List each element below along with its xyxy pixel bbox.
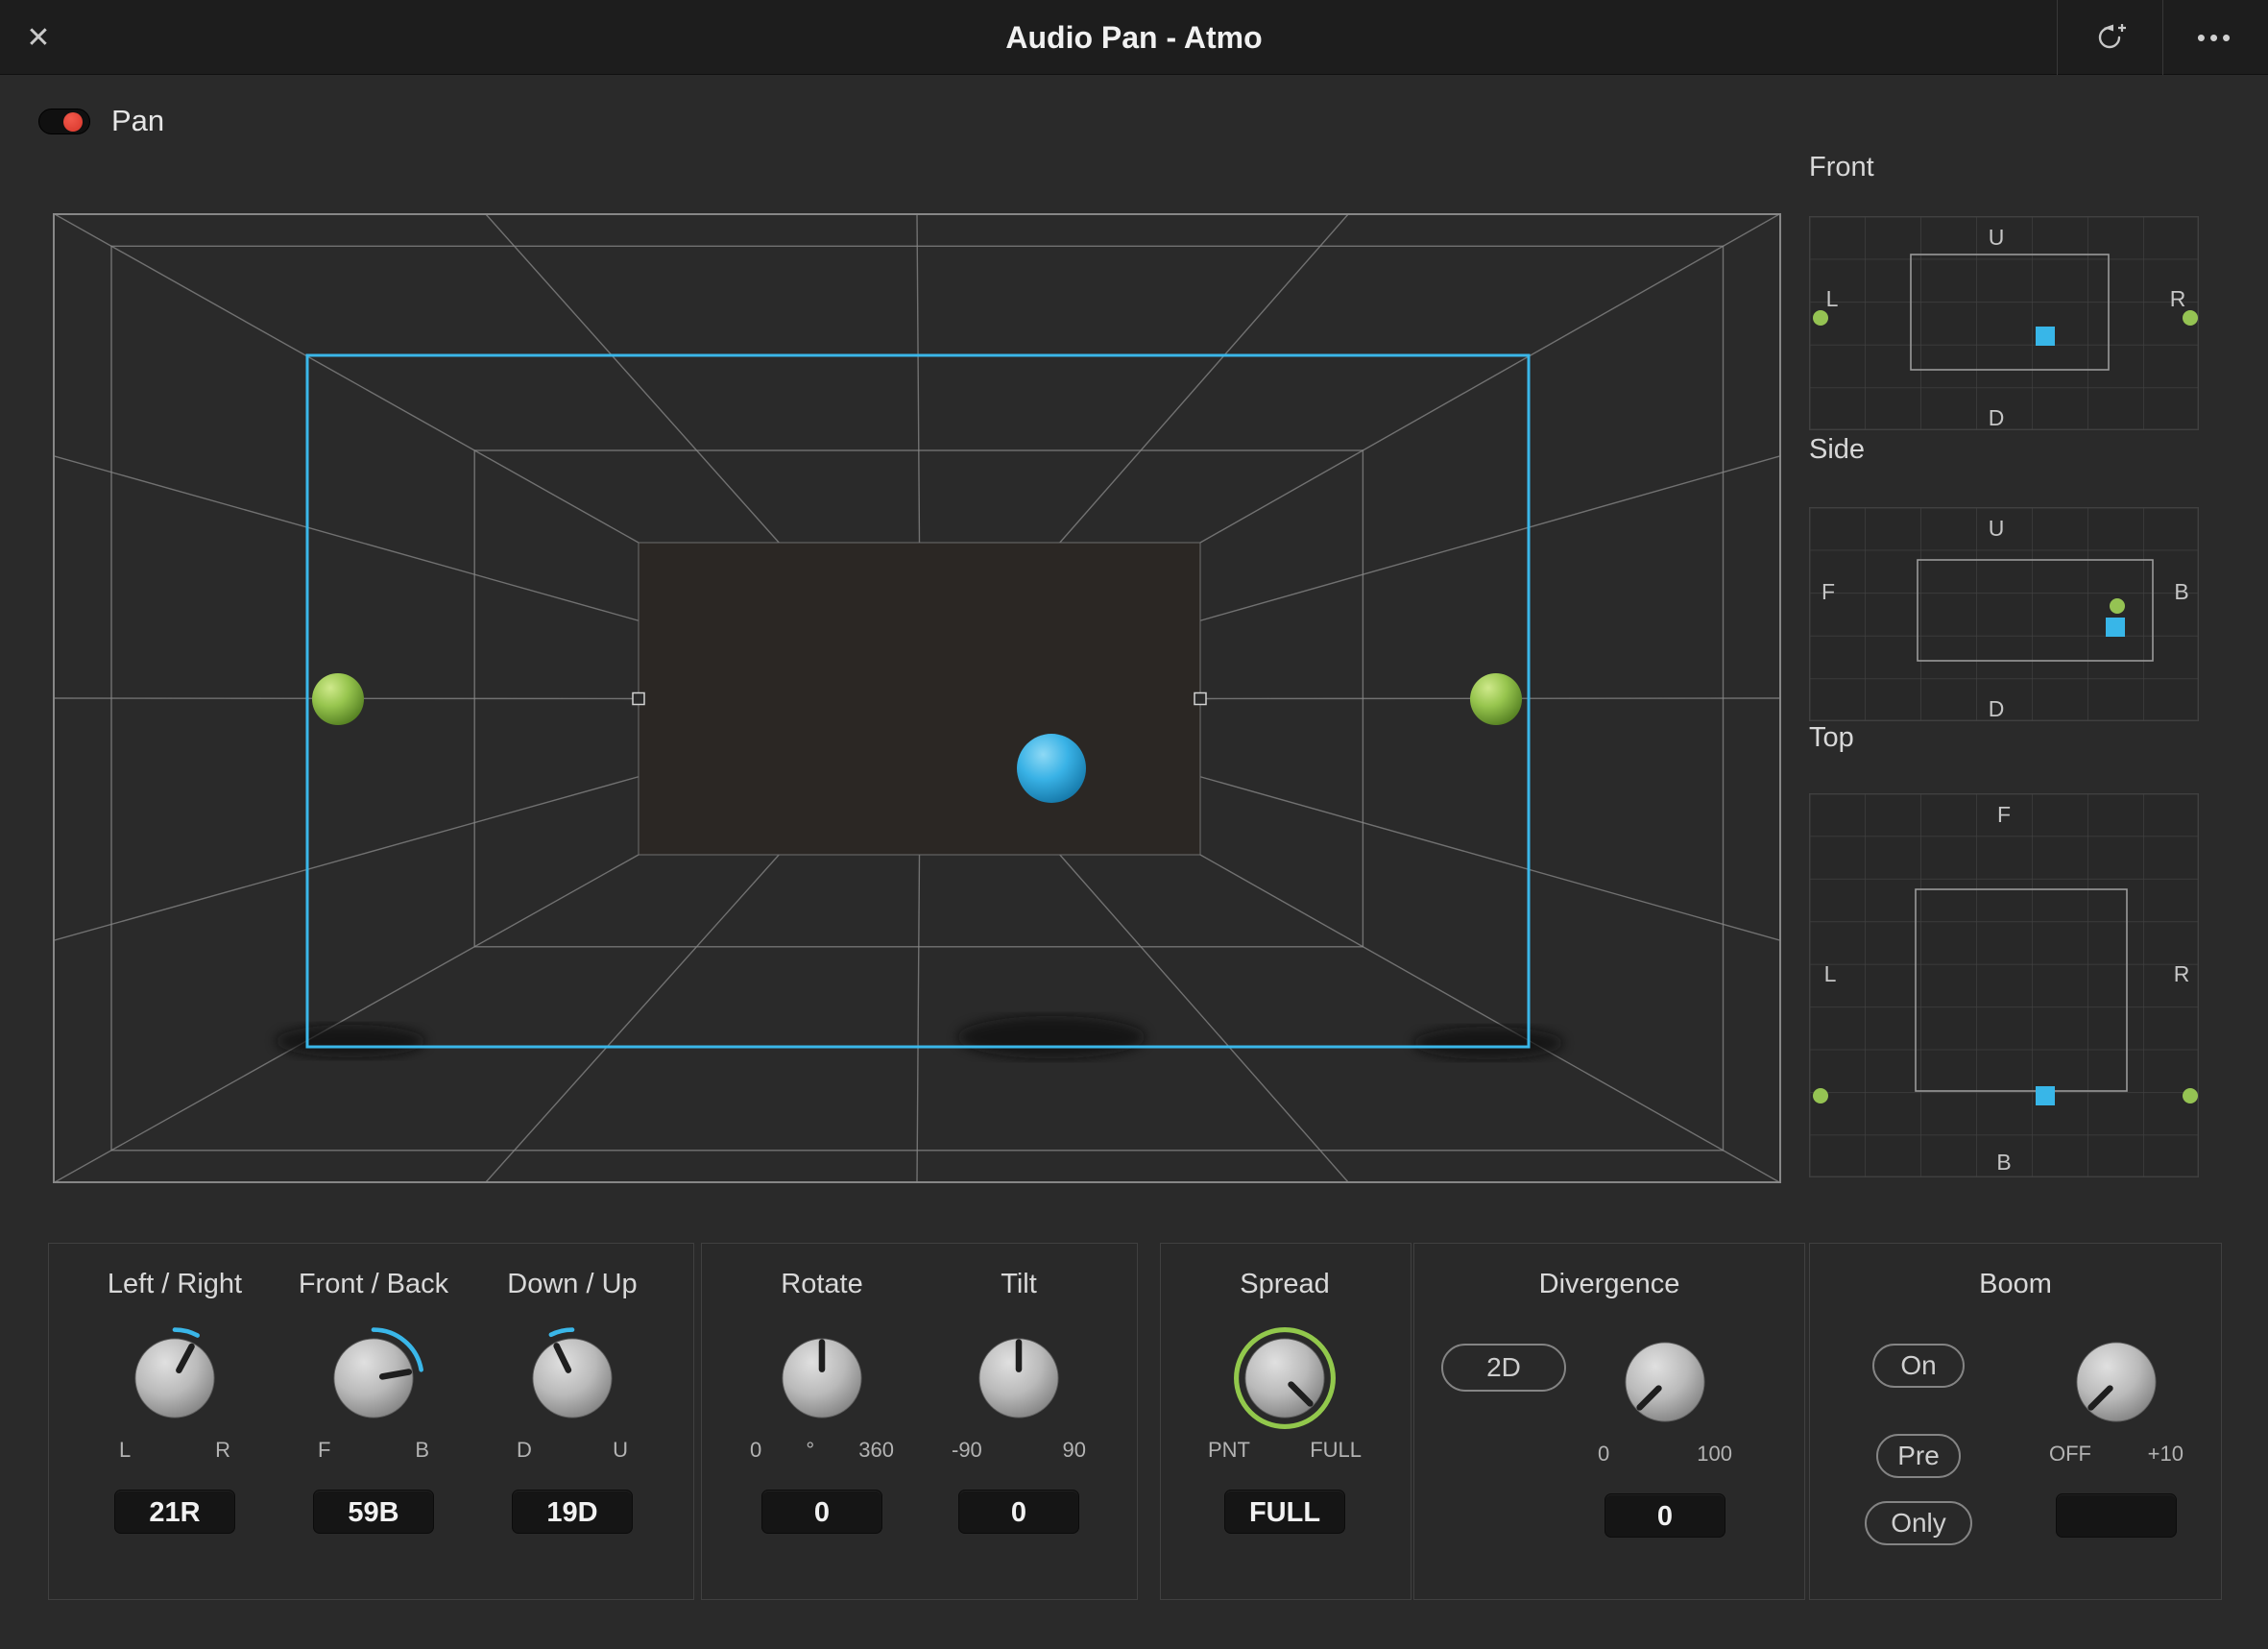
spread-knob[interactable] — [1231, 1324, 1339, 1432]
boom-label: Boom — [1810, 1269, 2221, 1300]
front-back-control: Front / Back FB 59B — [297, 1267, 450, 1534]
spread-control: Spread PNTFULL FULL — [1208, 1267, 1362, 1534]
tilt-range: -9090 — [952, 1438, 1086, 1463]
front-label-down: D — [1989, 405, 2005, 430]
tilt-control: Tilt -9090 0 — [942, 1267, 1096, 1534]
overflow-menu-icon: ••• — [2197, 23, 2234, 53]
top-label-front: F — [1997, 802, 2011, 827]
spread-value[interactable]: FULL — [1224, 1490, 1345, 1534]
front-label-right: R — [2170, 286, 2186, 311]
side-pan-marker[interactable] — [2106, 618, 2125, 637]
pan-puck[interactable] — [1017, 734, 1086, 803]
reset-button[interactable] — [2057, 0, 2162, 75]
front-back-value[interactable]: 59B — [313, 1490, 434, 1534]
side-speaker-dot — [2110, 598, 2125, 614]
rotate-knob[interactable] — [768, 1324, 876, 1432]
left-edge-handle[interactable] — [633, 693, 644, 705]
divergence-range: 0100 — [1598, 1442, 1732, 1467]
top-speaker-left-dot — [1813, 1088, 1828, 1103]
rotate-label: Rotate — [781, 1267, 862, 1301]
divergence-label: Divergence — [1414, 1269, 1804, 1300]
down-up-control: Down / Up DU 19D — [495, 1267, 649, 1534]
left-right-value[interactable]: 21R — [114, 1490, 235, 1534]
close-button[interactable]: ✕ — [0, 0, 77, 75]
left-right-label: Left / Right — [108, 1267, 242, 1301]
floor-shadows — [276, 1016, 1563, 1059]
pan-toggle-indicator — [63, 112, 83, 132]
front-view-title: Front — [1809, 152, 1874, 183]
screen-wall — [639, 543, 1200, 855]
boom-pre-button[interactable]: Pre — [1876, 1434, 1961, 1478]
top-speaker-right-dot — [2183, 1088, 2198, 1103]
front-pan-marker[interactable] — [2036, 327, 2055, 346]
top-label-right: R — [2174, 961, 2190, 986]
tilt-knob[interactable] — [965, 1324, 1073, 1432]
speaker-left-ball — [312, 673, 364, 725]
pan-label: Pan — [111, 104, 164, 138]
divergence-knob[interactable] — [1611, 1328, 1719, 1436]
divergence-value[interactable]: 0 — [1604, 1493, 1725, 1538]
tilt-label: Tilt — [1001, 1267, 1037, 1301]
top-view[interactable]: F B L R — [1809, 793, 2199, 1177]
rotate-range: 0°360 — [750, 1438, 894, 1463]
front-back-knob[interactable] — [320, 1324, 427, 1432]
position-controls-group: Left / Right LR 21R Front / Back FB 59B … — [48, 1243, 694, 1600]
side-label-back: B — [2174, 579, 2188, 604]
speaker-right-ball — [1470, 673, 1522, 725]
spread-range: PNTFULL — [1208, 1438, 1362, 1463]
down-up-range: DU — [517, 1438, 628, 1463]
tilt-value[interactable]: 0 — [958, 1490, 1079, 1534]
top-pan-marker[interactable] — [2036, 1086, 2055, 1105]
pan-3d-view[interactable] — [53, 213, 1781, 1183]
reset-icon — [2094, 21, 2127, 54]
side-view-title: Side — [1809, 434, 1865, 466]
top-label-left: L — [1824, 961, 1837, 986]
titlebar-actions: ••• — [2057, 0, 2268, 75]
right-edge-handle[interactable] — [1194, 693, 1206, 705]
front-back-label: Front / Back — [299, 1267, 448, 1301]
boom-knob[interactable] — [2063, 1328, 2170, 1436]
audio-pan-window: ✕ Audio Pan - Atmo ••• Pan — [0, 0, 2268, 1649]
side-label-up: U — [1989, 516, 2005, 541]
top-label-back: B — [1996, 1150, 2011, 1175]
down-up-label: Down / Up — [507, 1267, 637, 1301]
side-view[interactable]: U D F B — [1809, 507, 2199, 721]
front-back-range: FB — [318, 1438, 429, 1463]
boom-on-button[interactable]: On — [1872, 1344, 1965, 1388]
divergence-group: Divergence 2D 0100 0 — [1413, 1243, 1805, 1600]
spread-label: Spread — [1240, 1267, 1330, 1301]
front-label-left: L — [1826, 286, 1839, 311]
top-view-title: Top — [1809, 722, 1854, 754]
front-speaker-right-dot — [2183, 310, 2198, 326]
divergence-2d-button[interactable]: 2D — [1441, 1344, 1566, 1392]
side-label-front: F — [1822, 579, 1835, 604]
boom-group: Boom On Pre Only OFF+10 — [1809, 1243, 2222, 1600]
boom-control: OFF+10 — [2039, 1328, 2193, 1538]
spread-group: Spread PNTFULL FULL — [1160, 1243, 1411, 1600]
side-label-down: D — [1989, 696, 2005, 721]
overflow-menu-button[interactable]: ••• — [2162, 0, 2268, 75]
boom-only-button[interactable]: Only — [1865, 1501, 1972, 1545]
boom-range: OFF+10 — [2049, 1442, 2184, 1467]
front-view[interactable]: U D L R — [1809, 216, 2199, 430]
front-label-up: U — [1989, 225, 2005, 250]
rotate-control: Rotate 0°360 0 — [745, 1267, 899, 1534]
titlebar: ✕ Audio Pan - Atmo ••• — [0, 0, 2268, 75]
left-right-control: Left / Right LR 21R — [98, 1267, 252, 1534]
left-right-knob[interactable] — [121, 1324, 229, 1432]
left-right-range: LR — [119, 1438, 230, 1463]
divergence-control: 0100 0 — [1588, 1328, 1742, 1538]
rotation-controls-group: Rotate 0°360 0 Tilt -9090 0 — [701, 1243, 1138, 1600]
down-up-value[interactable]: 19D — [512, 1490, 633, 1534]
boom-value[interactable] — [2056, 1493, 2177, 1538]
pan-toggle[interactable] — [38, 109, 90, 134]
front-speaker-left-dot — [1813, 310, 1828, 326]
page-title: Audio Pan - Atmo — [0, 0, 2268, 75]
pan-toggle-row: Pan — [38, 104, 164, 138]
down-up-knob[interactable] — [519, 1324, 626, 1432]
close-icon: ✕ — [26, 22, 50, 54]
rotate-value[interactable]: 0 — [761, 1490, 882, 1534]
